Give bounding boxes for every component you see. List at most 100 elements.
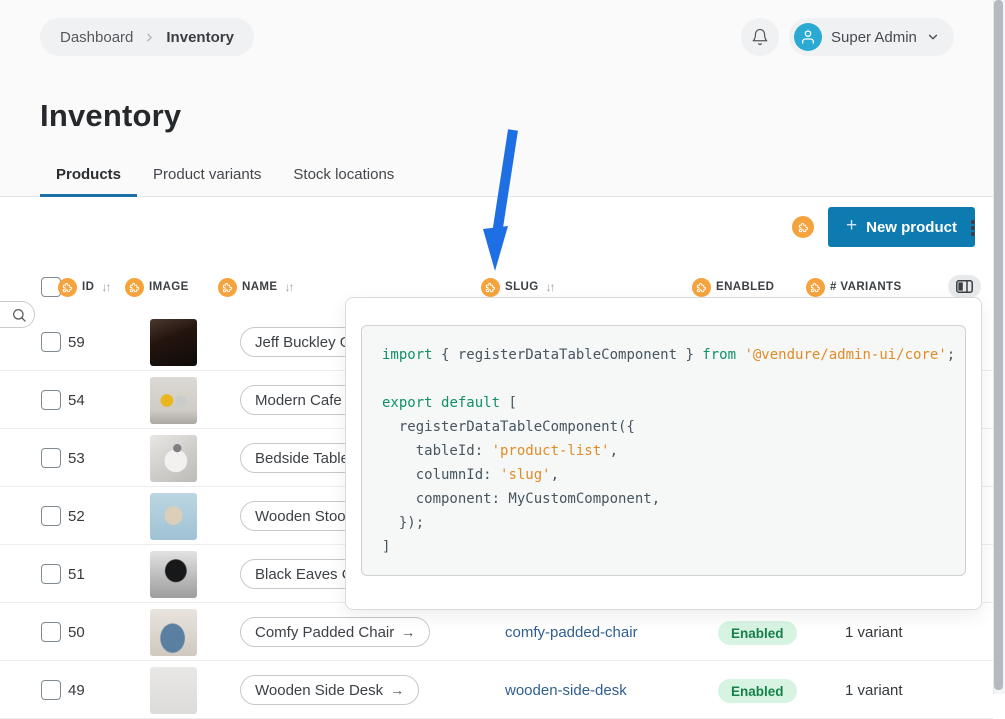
- columns-icon: [956, 280, 973, 293]
- avatar: [794, 23, 822, 51]
- code-line: component: MyCustomComponent,: [382, 487, 945, 511]
- column-label: ENABLED: [716, 281, 774, 293]
- scrollbar-thumb[interactable]: [994, 0, 1003, 690]
- product-image: [150, 667, 197, 714]
- breadcrumb-item-dashboard[interactable]: Dashboard: [60, 29, 133, 46]
- row-checkbox[interactable]: [41, 622, 61, 642]
- arrow-right-icon: →: [401, 624, 415, 640]
- search-icon: [11, 307, 27, 323]
- variant-count: 1 variant: [845, 682, 903, 699]
- column-label: NAME: [242, 281, 277, 293]
- code-line: import { registerDataTableComponent } fr…: [382, 343, 945, 367]
- search-button[interactable]: [0, 301, 35, 328]
- row-checkbox[interactable]: [41, 390, 61, 410]
- status-badge: Enabled: [718, 679, 797, 703]
- product-image: [150, 609, 197, 656]
- product-image: [150, 377, 197, 424]
- bell-icon: [751, 28, 769, 46]
- plus-icon: +: [846, 215, 857, 237]
- product-name-label: Comfy Padded Chair: [255, 624, 394, 641]
- code-line: export default [: [382, 391, 945, 415]
- tab-stock-locations[interactable]: Stock locations: [277, 160, 410, 197]
- extension-point-badge-column[interactable]: [125, 278, 144, 297]
- tab-products[interactable]: Products: [40, 160, 137, 197]
- row-checkbox[interactable]: [41, 448, 61, 468]
- page-header: Dashboard Inventory Super Admin Inventory…: [0, 0, 1005, 197]
- page-title: Inventory: [40, 98, 181, 134]
- column-settings-button[interactable]: [948, 275, 981, 298]
- puzzle-icon: [222, 282, 233, 293]
- extension-point-badge-toolbar[interactable]: [792, 216, 814, 238]
- row-id: 50: [68, 624, 104, 641]
- table-row: 50 Comfy Padded Chair → comfy-padded-chair E…: [0, 603, 993, 661]
- code-line: registerDataTableComponent({: [382, 415, 945, 439]
- row-id: 52: [68, 508, 104, 525]
- puzzle-icon: [129, 282, 140, 293]
- extension-point-badge-column[interactable]: [806, 278, 825, 297]
- code-line: columnId: 'slug',: [382, 463, 945, 487]
- code-line: [382, 367, 945, 391]
- column-label: # VARIANTS: [830, 281, 902, 293]
- new-product-button[interactable]: + New product: [828, 207, 975, 247]
- breadcrumb-separator-icon: [143, 31, 156, 44]
- row-checkbox[interactable]: [41, 564, 61, 584]
- sort-icon[interactable]: ↓↑: [101, 280, 109, 294]
- product-name-label: Bedside Table: [255, 450, 349, 467]
- code-line: tableId: 'product-list',: [382, 439, 945, 463]
- code-popup: import { registerDataTableComponent } fr…: [345, 297, 982, 610]
- product-slug-link[interactable]: comfy-padded-chair: [505, 624, 638, 641]
- row-id: 54: [68, 392, 104, 409]
- product-name-button[interactable]: Wooden Side Desk →: [240, 675, 419, 705]
- puzzle-icon: [485, 282, 496, 293]
- product-image: [150, 493, 197, 540]
- extension-point-badge-column[interactable]: [58, 278, 77, 297]
- breadcrumb: Dashboard Inventory: [40, 18, 254, 56]
- row-id: 59: [68, 334, 104, 351]
- column-label: ID: [82, 281, 94, 293]
- column-label: SLUG: [505, 281, 539, 293]
- row-id: 49: [68, 682, 104, 699]
- puzzle-icon: [810, 282, 821, 293]
- arrow-right-icon: →: [390, 682, 404, 698]
- product-name-button[interactable]: Comfy Padded Chair →: [240, 617, 430, 647]
- product-slug-link[interactable]: wooden-side-desk: [505, 682, 627, 699]
- extension-point-badge-column[interactable]: [218, 278, 237, 297]
- puzzle-icon: [62, 282, 73, 293]
- product-image: [150, 435, 197, 482]
- notifications-button[interactable]: [741, 18, 779, 56]
- tab-bar: ProductsProduct variantsStock locations: [40, 160, 410, 197]
- code-block: import { registerDataTableComponent } fr…: [361, 325, 966, 576]
- user-menu[interactable]: Super Admin: [789, 18, 954, 56]
- variant-count: 1 variant: [845, 624, 903, 641]
- scrollbar-track[interactable]: [993, 0, 1005, 694]
- sort-icon[interactable]: ↓↑: [546, 280, 554, 294]
- row-id: 51: [68, 566, 104, 583]
- user-icon: [800, 29, 816, 45]
- new-product-label: New product: [866, 219, 957, 236]
- product-name-label: Wooden Stool: [255, 508, 349, 525]
- product-image: [150, 551, 197, 598]
- tab-product-variants[interactable]: Product variants: [137, 160, 277, 197]
- status-badge: Enabled: [718, 621, 797, 645]
- puzzle-icon: [696, 282, 707, 293]
- row-id: 53: [68, 450, 104, 467]
- column-header-name: NAME ↓↑: [218, 268, 292, 306]
- sort-icon[interactable]: ↓↑: [284, 280, 292, 294]
- extension-point-badge-column[interactable]: [481, 278, 500, 297]
- code-line: });: [382, 511, 945, 535]
- product-image: [150, 319, 197, 366]
- code-line: ]: [382, 535, 945, 559]
- table-row: 49 Wooden Side Desk → wooden-side-desk Enabl…: [0, 661, 993, 719]
- product-name-label: Wooden Side Desk: [255, 682, 383, 699]
- column-header-image: IMAGE: [125, 268, 189, 306]
- row-checkbox[interactable]: [41, 506, 61, 526]
- user-name: Super Admin: [831, 29, 917, 46]
- row-checkbox[interactable]: [41, 332, 61, 352]
- chevron-down-icon: [926, 30, 940, 44]
- kebab-menu-icon[interactable]: [966, 216, 980, 240]
- breadcrumb-item-inventory[interactable]: Inventory: [166, 29, 234, 46]
- extension-point-badge-column[interactable]: [692, 278, 711, 297]
- row-checkbox[interactable]: [41, 680, 61, 700]
- column-header-id: ID ↓↑: [58, 268, 109, 306]
- column-label: IMAGE: [149, 281, 189, 293]
